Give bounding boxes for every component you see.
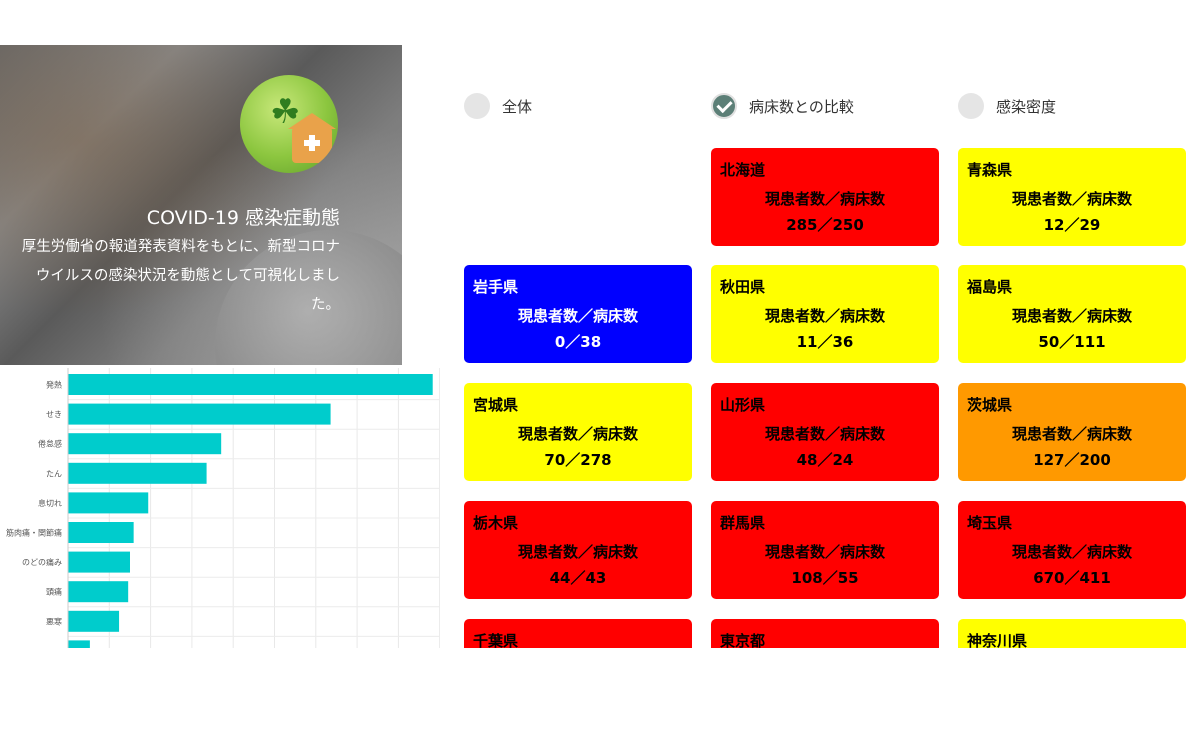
card-ibaraki[interactable]: 茨城県 現患者数／病床数 127／200 [958,383,1186,481]
card-kanagawa[interactable]: 神奈川県 [958,619,1186,648]
chart-category-label: 筋肉痛・関節痛 [6,528,62,538]
site-title: COVID-19 感染症動態 [146,207,340,229]
card-metric-label: 現患者数／病床数 [764,307,885,325]
chart-bar [68,492,149,514]
radio-bed-comparison-check-icon[interactable] [711,93,737,119]
card-value: 670／411 [1033,569,1111,587]
card-saitama[interactable]: 埼玉県 現患者数／病床数 670／411 [958,501,1186,599]
card-metric-label: 現患者数／病床数 [764,190,885,208]
tab-overall-label: 全体 [502,97,533,116]
prefecture-name: 栃木県 [473,514,519,532]
chart-bar [68,403,331,425]
prefecture-name: 宮城県 [473,396,519,414]
card-metric-label: 現患者数／病床数 [517,425,638,443]
card-tochigi[interactable]: 栃木県 現患者数／病床数 44／43 [464,501,692,599]
tab-infection-density[interactable]: 感染密度 [958,92,1056,120]
chart-bar [68,522,134,543]
card-gunma[interactable]: 群馬県 現患者数／病床数 108／55 [711,501,939,599]
chart-bar [68,551,130,573]
card-value: 11／36 [796,333,854,351]
card-metric-label: 現患者数／病床数 [1011,543,1132,561]
chart-bar [68,374,433,395]
card-metric-label: 現患者数／病床数 [1011,190,1132,208]
site-description: 厚生労働省の報道発表資料をもとに、新型コロナウイルスの感染状況を動態として可視化… [21,239,340,313]
card-aomori[interactable]: 青森県 現患者数／病床数 12／29 [958,148,1186,246]
chart-bar [68,610,120,632]
card-value: 48／24 [796,451,854,469]
card-iwate[interactable]: 岩手県 現患者数／病床数 0／38 [464,265,692,363]
card-value: 285／250 [786,216,864,234]
prefecture-name: 千葉県 [473,632,519,648]
card-value: 0／38 [554,333,602,351]
chart-category-label: たん [46,469,62,478]
card-metric-label: 現患者数／病床数 [517,307,638,325]
prefecture-cards: 北海道 現患者数／病床数 285／250 青森県 現患者数／病床数 12／29 … [464,148,1194,648]
card-metric-label: 現患者数／病床数 [517,543,638,561]
prefecture-name: 青森県 [967,161,1013,179]
prefecture-name: 福島県 [967,278,1013,296]
tab-bed-comparison-label: 病床数との比較 [749,97,854,116]
radio-overall[interactable] [464,93,490,119]
chart-category-label: 頭痛 [46,587,62,597]
prefecture-name: 茨城県 [967,396,1013,414]
prefecture-name: 東京都 [720,632,766,648]
symptoms-chart: 発熱せき倦怠感たん息切れ筋肉痛・関節痛のどの痛み頭痛悪寒 [0,368,440,648]
house-icon [288,113,336,163]
chart-bar [68,640,90,648]
card-value: 127／200 [1033,451,1111,469]
tab-overall[interactable]: 全体 [464,92,532,120]
card-metric-label: 現患者数／病床数 [1011,307,1132,325]
clover-house-logo-icon: ☘ [240,75,338,173]
chart-category-label: 倦怠感 [38,439,62,449]
card-akita[interactable]: 秋田県 現患者数／病床数 11／36 [711,265,939,363]
card-value: 44／43 [549,569,607,587]
card-value: 108／55 [791,569,859,587]
chart-bar [68,462,207,484]
hero-banner: ☘ COVID-19 感染症動態 厚生労働省の報道発表資料をもとに、新型コロナウ… [0,45,402,365]
chart-bar [68,433,222,455]
card-fukushima[interactable]: 福島県 現患者数／病床数 50／111 [958,265,1186,363]
prefecture-name: 北海道 [720,161,766,179]
medical-cross-icon [304,135,320,151]
prefecture-name: 岩手県 [473,278,519,296]
tab-bed-comparison[interactable]: 病床数との比較 [711,92,854,120]
card-value: 50／111 [1038,333,1106,351]
card-metric-label: 現患者数／病床数 [764,543,885,561]
chart-category-label: 悪寒 [46,616,62,626]
prefecture-name: 埼玉県 [967,514,1013,532]
prefecture-name: 山形県 [720,396,766,414]
card-value: 12／29 [1043,216,1101,234]
prefecture-name: 群馬県 [720,514,766,532]
card-tokyo[interactable]: 東京都 [711,619,939,648]
prefecture-name: 神奈川県 [967,632,1028,648]
tab-infection-density-label: 感染密度 [996,97,1057,116]
chart-category-label: のどの痛み [22,557,62,567]
card-miyagi[interactable]: 宮城県 現患者数／病床数 70／278 [464,383,692,481]
chart-category-label: 発熱 [46,380,62,390]
card-chiba[interactable]: 千葉県 [464,619,692,648]
card-yamagata[interactable]: 山形県 現患者数／病床数 48／24 [711,383,939,481]
prefecture-name: 秋田県 [720,278,766,296]
chart-category-label: せき [46,410,62,419]
card-metric-label: 現患者数／病床数 [764,425,885,443]
card-metric-label: 現患者数／病床数 [1011,425,1132,443]
radio-infection-density[interactable] [958,93,984,119]
symptoms-bar-chart: 発熱せき倦怠感たん息切れ筋肉痛・関節痛のどの痛み頭痛悪寒 [6,368,440,648]
chart-category-label: 息切れ [38,498,62,508]
card-value: 70／278 [544,451,612,469]
chart-bar [68,581,129,603]
card-hokkaido[interactable]: 北海道 現患者数／病床数 285／250 [711,148,939,246]
